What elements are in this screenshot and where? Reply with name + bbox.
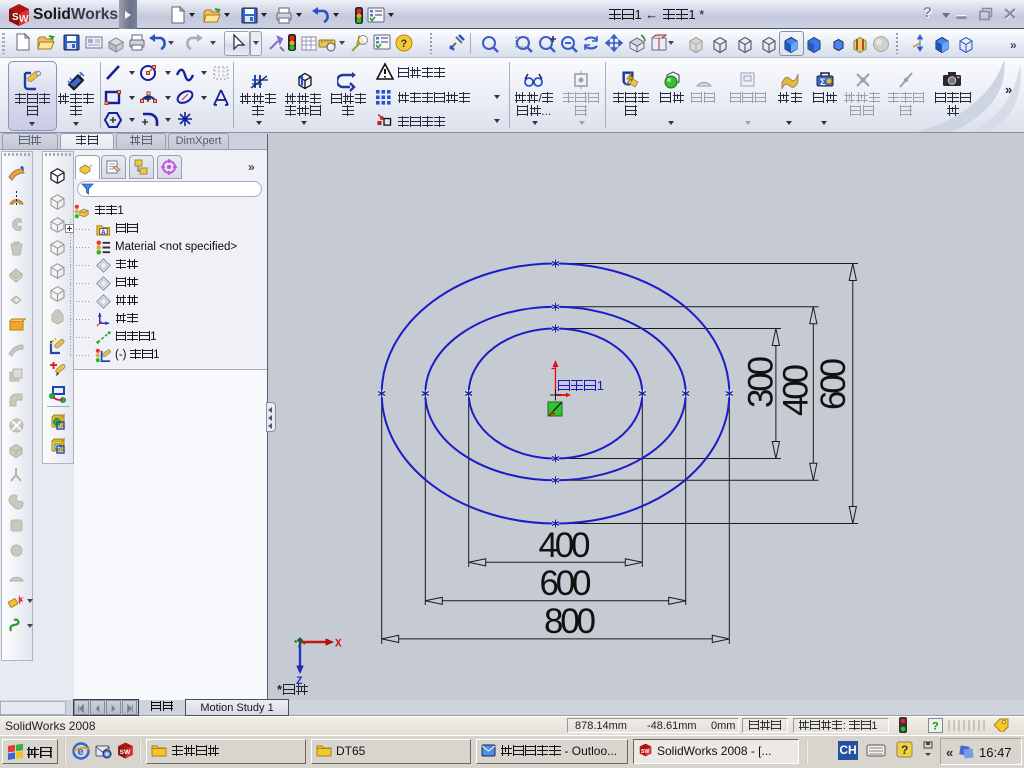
svg-text:400: 400 (539, 526, 591, 565)
svg-text:e: e (78, 746, 84, 758)
svg-text:600: 600 (814, 358, 853, 410)
svg-text:400: 400 (777, 364, 816, 416)
svg-text:300: 300 (742, 356, 781, 408)
svg-text:?: ? (901, 743, 908, 757)
svg-text:Σ: Σ (820, 77, 826, 88)
svg-text:600: 600 (540, 564, 592, 603)
svg-text:W: W (19, 14, 29, 25)
svg-text:S: S (12, 12, 19, 23)
svg-text:X: X (335, 639, 342, 651)
svg-text:SW: SW (641, 749, 649, 755)
svg-text:800: 800 (544, 602, 596, 641)
svg-text:A: A (101, 229, 106, 236)
svg-text:?: ? (932, 721, 939, 733)
svg-text:SW: SW (120, 749, 131, 756)
svg-text:?: ? (401, 38, 408, 50)
